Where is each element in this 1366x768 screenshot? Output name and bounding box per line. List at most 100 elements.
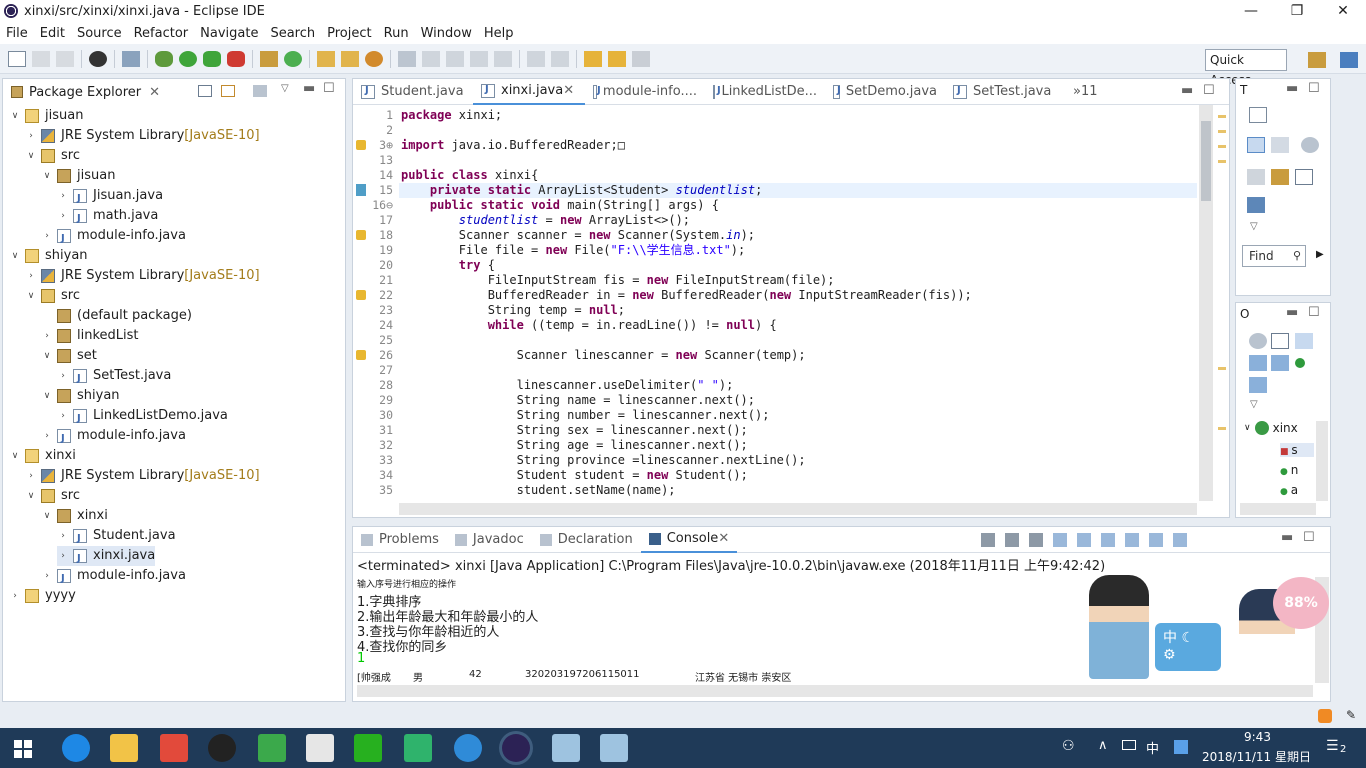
warning-icon[interactable] — [356, 140, 366, 150]
collapse-icon[interactable] — [1295, 169, 1313, 185]
display-console-icon[interactable] — [1149, 533, 1163, 547]
edge-icon[interactable] — [62, 734, 90, 762]
tree-item[interactable]: › JRE System Library [JavaSE-10] — [25, 466, 260, 486]
new-icon[interactable] — [8, 50, 26, 67]
minimize-view-icon[interactable]: ▬ — [1286, 305, 1298, 320]
chevron-up-icon[interactable]: ∧ — [1098, 738, 1108, 753]
pen-icon[interactable]: ✎ — [1346, 708, 1356, 722]
user-icon[interactable] — [89, 50, 107, 67]
collapse-all-icon[interactable] — [198, 85, 212, 97]
code-line[interactable] — [399, 153, 1197, 168]
menu-help[interactable]: Help — [478, 26, 520, 41]
code-line[interactable]: while ((temp = in.readLine()) != null) { — [399, 318, 1197, 333]
warning-icon[interactable] — [356, 230, 366, 240]
chevron-right-icon[interactable]: › — [57, 366, 69, 386]
run-icon[interactable] — [179, 50, 197, 67]
tree-item[interactable]: ∨ jisuan — [41, 166, 115, 186]
file-explorer-icon[interactable] — [110, 734, 138, 762]
close-icon[interactable]: ✕ — [718, 531, 729, 546]
find-field[interactable]: Find ⚲ — [1242, 245, 1306, 267]
chevron-right-icon[interactable]: › — [41, 226, 53, 246]
tree-item[interactable]: › JRE System Library [JavaSE-10] — [25, 266, 260, 286]
filter-icon[interactable] — [1247, 169, 1265, 185]
chevron-down-icon[interactable]: ∨ — [41, 166, 53, 186]
repository-icon[interactable] — [1247, 197, 1265, 213]
new-java-package-icon[interactable] — [260, 50, 278, 67]
external-tools-icon[interactable] — [227, 50, 245, 67]
hide-static-icon[interactable] — [1271, 355, 1289, 371]
tree-item[interactable]: › xinxi.java — [57, 546, 156, 569]
editor-tab[interactable]: SetDemo.java — [825, 79, 945, 105]
network-icon[interactable] — [1174, 740, 1188, 754]
sort-icon[interactable] — [1271, 169, 1289, 185]
console-tab[interactable]: Javadoc — [447, 527, 532, 553]
chevron-down-icon[interactable]: ∨ — [25, 146, 37, 166]
editor-tab-overflow[interactable]: »11 — [1065, 79, 1106, 105]
new-java-class-icon[interactable] — [284, 50, 302, 67]
show-whitespace-icon[interactable] — [470, 50, 488, 67]
editor-tab[interactable]: module-info.... — [585, 79, 705, 105]
tree-item[interactable]: › Jisuan.java — [57, 186, 163, 209]
hide-nonpublic-icon[interactable] — [1295, 358, 1305, 368]
chevron-down-icon[interactable]: ∨ — [25, 486, 37, 506]
code-line[interactable]: String number = linescanner.next(); — [399, 408, 1197, 423]
scroll-thumb[interactable] — [1201, 121, 1211, 201]
link-with-editor-icon[interactable] — [221, 85, 235, 97]
tree-item[interactable]: (default package) — [41, 306, 192, 326]
toggle-mark-occurrences-icon[interactable] — [398, 50, 416, 67]
collapse-all-icon[interactable] — [1271, 333, 1289, 349]
hide-local-types-icon[interactable] — [1249, 377, 1267, 393]
chevron-right-icon[interactable]: › — [57, 526, 69, 546]
maximize-editor-icon[interactable]: ☐ — [1203, 83, 1215, 98]
search-icon[interactable] — [365, 50, 383, 67]
chevron-down-icon[interactable]: ∨ — [9, 246, 21, 266]
outline-tree-node[interactable]: ∨ xinx — [1244, 421, 1298, 435]
chevron-right-icon[interactable]: › — [57, 546, 69, 566]
chevron-right-icon[interactable]: › — [57, 206, 69, 226]
maximize-view-icon[interactable]: ☐ — [1308, 81, 1320, 96]
back-icon[interactable] — [608, 50, 626, 67]
tree-item[interactable]: › module-info.java — [41, 226, 186, 249]
code-line[interactable]: File file = new File("F:\\学生信息.txt"); — [399, 243, 1197, 258]
chevron-right-icon[interactable]: › — [41, 326, 53, 346]
code-area[interactable]: package xinxi; import java.io.BufferedRea… — [399, 105, 1197, 505]
view-menu-icon[interactable]: ▽ — [1250, 399, 1258, 410]
menu-edit[interactable]: Edit — [34, 26, 71, 41]
menu-window[interactable]: Window — [415, 26, 478, 41]
outline-child[interactable]: ● a — [1280, 483, 1298, 497]
tree-item[interactable]: ∨ src — [25, 146, 80, 166]
clock-date[interactable]: 2018/11/11 星期日 — [1202, 748, 1311, 765]
menu-run[interactable]: Run — [378, 26, 415, 41]
code-line[interactable]: Scanner linescanner = new Scanner(temp); — [399, 348, 1197, 363]
code-line[interactable]: private static ArrayList<Student> studen… — [399, 183, 1197, 198]
chevron-right-icon[interactable]: ▶ — [1316, 249, 1324, 260]
tree-item[interactable]: › module-info.java — [41, 566, 186, 589]
code-line[interactable]: FileInputStream fis = new FileInputStrea… — [399, 273, 1197, 288]
outline-child[interactable]: ● n — [1280, 463, 1298, 477]
media-player-icon[interactable] — [404, 734, 432, 762]
editor-tab[interactable]: SetTest.java — [945, 79, 1065, 105]
hierarchy-icon[interactable] — [1247, 137, 1265, 153]
maximize-view-icon[interactable]: ☐ — [323, 81, 335, 96]
minimize-button[interactable]: — — [1228, 0, 1274, 22]
remove-all-icon[interactable] — [1029, 533, 1043, 547]
code-line[interactable]: String age = linescanner.next(); — [399, 438, 1197, 453]
sort-icon[interactable] — [1295, 333, 1313, 349]
tree-item[interactable]: › Student.java — [57, 526, 175, 549]
store-icon[interactable] — [160, 734, 188, 762]
clear-console-icon[interactable] — [1053, 533, 1067, 547]
maximize-view-icon[interactable]: ☐ — [1303, 530, 1315, 545]
tree-item[interactable]: › math.java — [57, 206, 158, 229]
view-menu-icon[interactable]: ▽ — [1250, 221, 1258, 232]
word-wrap-icon[interactable] — [1101, 533, 1115, 547]
tree-item[interactable]: › module-info.java — [41, 426, 186, 449]
code-line[interactable]: String temp = null; — [399, 303, 1197, 318]
ie-icon[interactable] — [454, 734, 482, 762]
chevron-right-icon[interactable]: › — [25, 466, 37, 486]
console-hscrollbar[interactable] — [357, 685, 1313, 697]
menu-refactor[interactable]: Refactor — [128, 26, 195, 41]
warning-icon[interactable] — [356, 350, 366, 360]
minimize-view-icon[interactable]: ▬ — [303, 81, 315, 96]
tree-item[interactable]: ∨ shiyan — [41, 386, 120, 406]
tree-item[interactable]: › JRE System Library [JavaSE-10] — [25, 126, 260, 146]
